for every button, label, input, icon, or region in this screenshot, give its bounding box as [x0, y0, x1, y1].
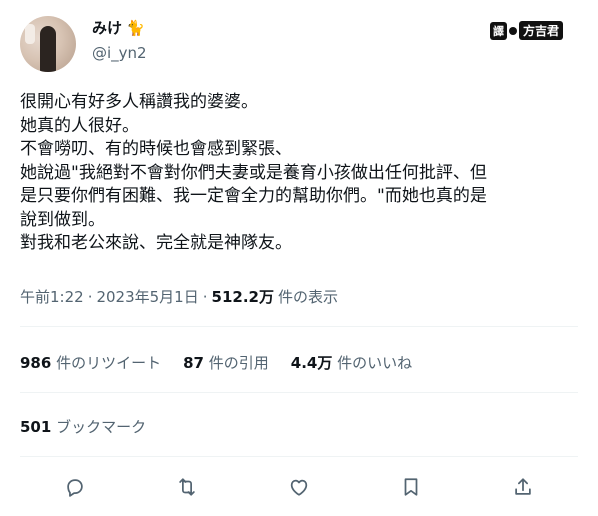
tweet-text: 很開心有好多人稱讚我的婆婆。 她真的人很好。 不會嘮叨、有的時候也會感到緊張、 …: [20, 91, 580, 256]
views-label: 件の表示: [277, 288, 338, 306]
retweets-label: 件のリツイート: [56, 354, 162, 372]
quotes-count: 87: [183, 354, 204, 372]
divider: [20, 392, 578, 393]
likes-stat[interactable]: 4.4万 件のいいね: [291, 352, 412, 373]
meta-separator: ·: [87, 287, 93, 306]
tweet-line: 是只要你們有困難、我一定會全力的幫助你們。"而她也真的是: [20, 186, 487, 206]
bookmarks-label: ブックマーク: [56, 418, 147, 436]
reply-button[interactable]: [60, 472, 90, 502]
divider: [20, 456, 578, 457]
avatar[interactable]: [20, 16, 76, 72]
avatar-figure: [40, 26, 56, 72]
bookmarks-stat[interactable]: 501 ブックマーク: [20, 416, 146, 437]
bookmark-button[interactable]: [396, 472, 426, 502]
quotes-label: 件の引用: [208, 354, 269, 372]
likes-label: 件のいいね: [337, 354, 413, 372]
retweet-icon: [179, 478, 195, 496]
share-icon: [515, 478, 531, 495]
views-count: 512.2万: [211, 288, 274, 306]
tweet-line: 她說過"我絕對不會對你們夫妻或是養育小孩做出任何批評、但: [20, 162, 487, 183]
share-button[interactable]: [508, 472, 538, 502]
tweet-meta: 午前1:22 · 2023年5月1日 · 512.2万 件の表示: [20, 286, 338, 307]
author-handle[interactable]: @i_yn2: [92, 44, 147, 62]
author-display-name[interactable]: みけ: [92, 17, 122, 38]
bookmarks-count: 501: [20, 418, 52, 436]
watermark-dot: [509, 26, 517, 35]
translator-watermark: 譯 方吉君: [490, 21, 564, 40]
tweet-line: 她真的人很好。: [20, 115, 139, 136]
meta-separator: ·: [202, 287, 208, 306]
retweet-button[interactable]: [172, 472, 202, 502]
tweet-line: 說到做到。: [20, 209, 105, 230]
avatar-window-decoration: [25, 24, 35, 44]
like-button[interactable]: [284, 472, 314, 502]
likes-count: 4.4万: [290, 354, 333, 372]
divider: [20, 326, 578, 327]
tweet-line: 很開心有好多人稱讚我的婆婆。: [20, 92, 258, 112]
reply-icon: [67, 479, 83, 497]
bookmark-icon: [404, 478, 418, 496]
tweet-date[interactable]: 2023年5月1日: [96, 286, 198, 307]
watermark-text: 方吉君: [519, 21, 564, 40]
tweet-time[interactable]: 午前1:22: [20, 286, 84, 307]
action-bar: [0, 472, 598, 502]
author-name-row: みけ 🐈: [92, 17, 145, 38]
engagement-stats: 986 件のリツイート 87 件の引用 4.4万 件のいいね: [20, 352, 412, 373]
retweets-stat[interactable]: 986 件のリツイート: [20, 352, 161, 373]
like-icon: [290, 479, 308, 496]
retweets-count: 986: [20, 354, 52, 372]
cat-emoji-icon: 🐈: [126, 18, 145, 37]
tweet-line: 不會嘮叨、有的時候也會感到緊張、: [20, 139, 292, 159]
quotes-stat[interactable]: 87 件の引用: [183, 352, 269, 373]
tweet-line: 對我和老公來說、完全就是神隊友。: [20, 233, 292, 253]
watermark-box: 譯: [490, 21, 507, 40]
